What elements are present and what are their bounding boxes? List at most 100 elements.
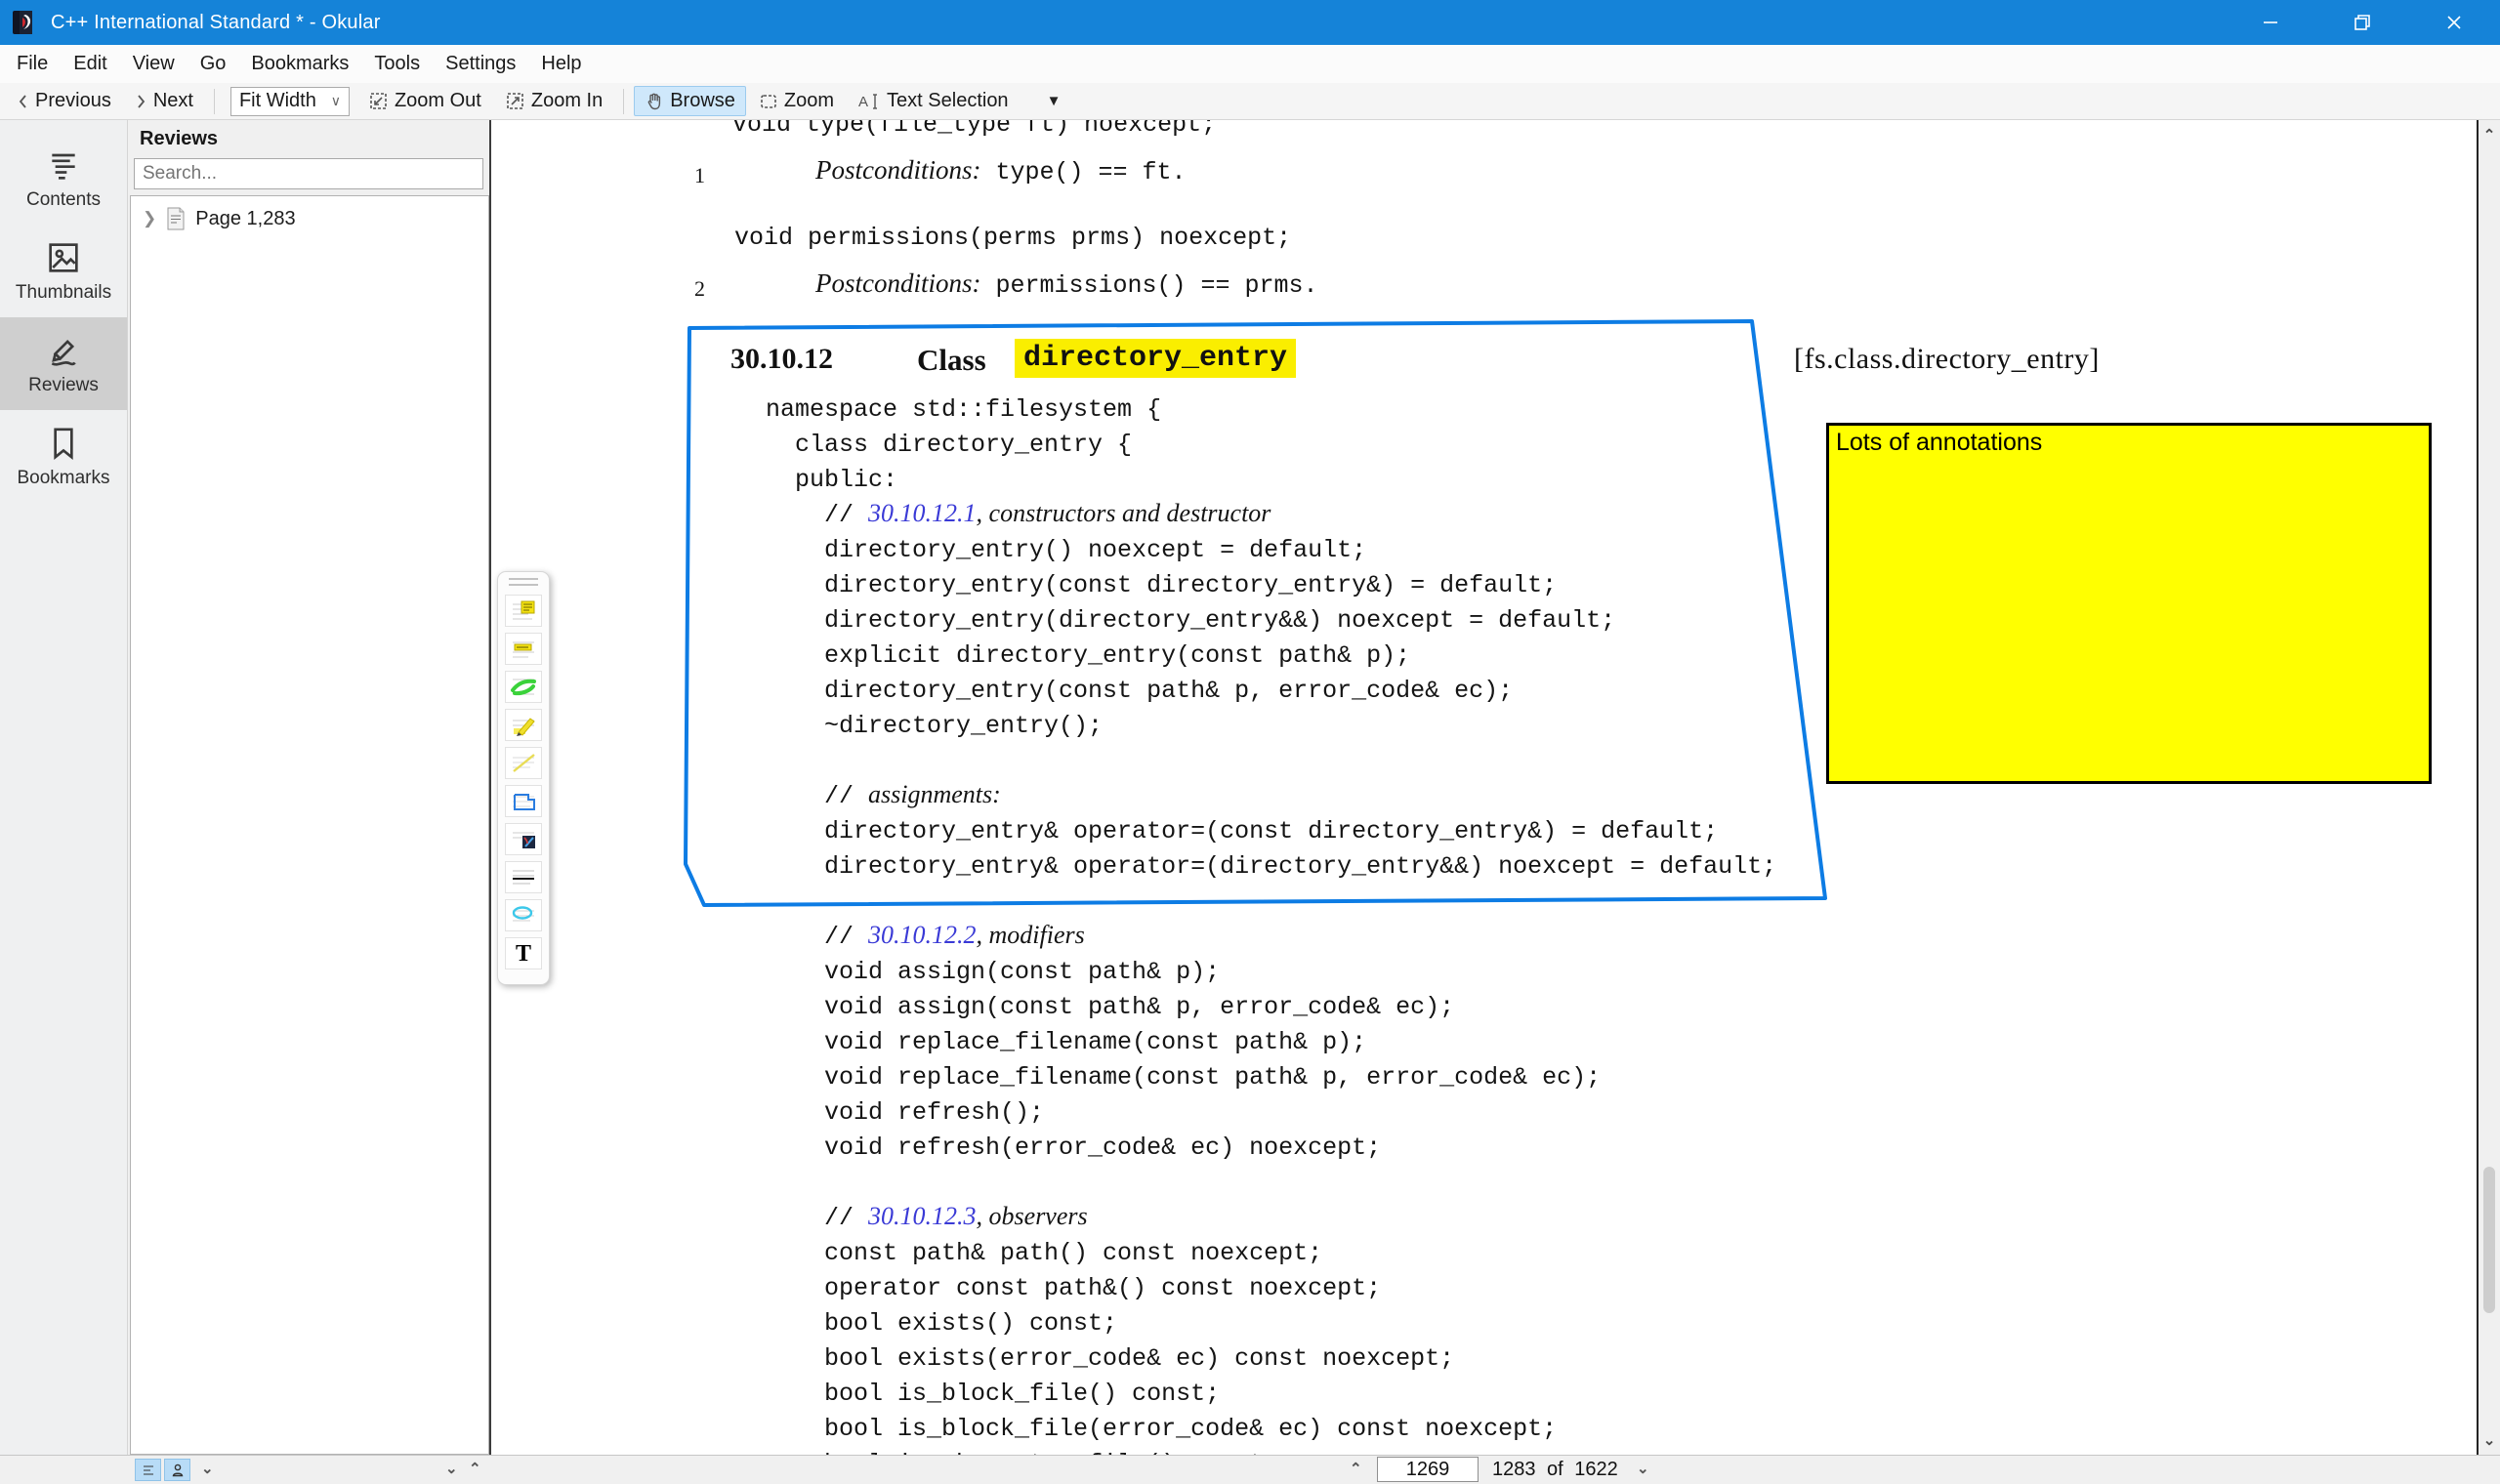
sticky-note-annotation[interactable]: Lots of annotations	[1826, 423, 2432, 784]
doc-code-line-clipped: void type(file_type ft) noexcept;	[732, 120, 1216, 139]
code-line: directory_entry() noexcept = default;	[766, 531, 1776, 566]
toolbar-separator	[623, 89, 624, 114]
sort-by-author-toggle[interactable]	[164, 1459, 190, 1481]
menu-item[interactable]: Settings	[433, 45, 528, 83]
code-line: directory_entry(const path& p, error_cod…	[766, 672, 1776, 707]
zoom-in-button[interactable]: Zoom In	[494, 86, 613, 116]
text-selection-label: Text Selection	[887, 90, 1009, 112]
code-line: directory_entry& operator=(const directo…	[766, 812, 1776, 847]
code-line: directory_entry(directory_entry&&) noexc…	[766, 601, 1776, 637]
sidebar-item-reviews[interactable]: Reviews	[0, 317, 127, 410]
cyan-ellipse-icon	[509, 903, 538, 928]
tool-yellow-highlighter-button[interactable]	[505, 709, 542, 741]
scrollbar-thumb[interactable]	[2483, 1167, 2495, 1313]
zoom-out-icon	[368, 91, 389, 111]
postconditions-label: Postconditions:	[815, 155, 981, 185]
menu-bar: FileEditViewGoBookmarksToolsSettingsHelp	[0, 45, 2500, 83]
reviews-search-box	[134, 158, 483, 189]
tool-cyan-ellipse-button[interactable]	[505, 899, 542, 931]
menu-item[interactable]: Edit	[61, 45, 119, 83]
tool-inline-note-button[interactable]	[505, 633, 542, 665]
tool-typewriter-button[interactable]: T	[505, 937, 542, 969]
toolbar-drag-handle[interactable]	[509, 578, 538, 586]
sidebar-item-contents[interactable]: Contents	[0, 132, 127, 225]
popup-note-icon	[509, 598, 538, 623]
expand-all-icon[interactable]: ⌃	[469, 1460, 481, 1477]
menu-item[interactable]: Help	[528, 45, 594, 83]
next-button[interactable]: Next	[124, 86, 204, 116]
sidebar-item-thumbnails[interactable]: Thumbnails	[0, 225, 127, 317]
doc-postconditions-line: Postconditions: type() == ft.	[815, 155, 1187, 186]
green-freehand-icon	[509, 675, 538, 699]
inline-note-icon	[509, 637, 538, 661]
chevron-right-icon	[135, 93, 147, 110]
menu-item[interactable]: View	[120, 45, 188, 83]
code-listing: namespace std::filesystem { class direct…	[766, 391, 1776, 1455]
code-line: void refresh(error_code& ec) noexcept;	[766, 1129, 1776, 1164]
hand-browse-icon	[645, 92, 664, 111]
tool-popup-note-button[interactable]	[505, 595, 542, 627]
tool-blue-polygon-button[interactable]	[505, 785, 542, 817]
code-line: public:	[766, 461, 1776, 496]
tool-green-freehand-button[interactable]	[505, 671, 542, 703]
postconditions-code: permissions() == prms.	[981, 271, 1318, 300]
code-line	[766, 1164, 1776, 1199]
expander-chevron-icon[interactable]: ❯	[143, 209, 156, 228]
contents-icon	[44, 145, 83, 185]
zoom-mode-combobox[interactable]: Fit Width ∨	[230, 87, 350, 116]
tool-stamp-button[interactable]	[505, 823, 542, 855]
sidebar-item-bookmarks[interactable]: Bookmarks	[0, 410, 127, 503]
minimize-icon	[2260, 12, 2281, 33]
browse-tool-button[interactable]: Browse	[634, 86, 746, 116]
collapse-all-icon[interactable]: ⌄	[445, 1460, 458, 1477]
code-line: const path& path() const noexcept;	[766, 1234, 1776, 1269]
close-button[interactable]	[2408, 0, 2500, 45]
code-line: operator const path&() const noexcept;	[766, 1269, 1776, 1304]
code-line: bool exists() const;	[766, 1304, 1776, 1340]
okular-app-icon	[10, 8, 39, 37]
code-line: void replace_filename(const path& p, err…	[766, 1058, 1776, 1093]
yellow-highlighter-icon	[509, 713, 538, 737]
svg-text:A: A	[858, 94, 868, 110]
code-line: // 30.10.12.2, modifiers	[766, 918, 1776, 953]
page-up-icon[interactable]: ⌃	[1350, 1460, 1362, 1477]
highlighted-class-name[interactable]: directory_entry	[1015, 339, 1296, 378]
text-selection-tool-button[interactable]: A Text Selection	[847, 86, 1020, 116]
menu-item[interactable]: File	[4, 45, 61, 83]
list-icon	[141, 1463, 156, 1478]
annotation-toolbar[interactable]: T	[497, 571, 550, 985]
sort-by-page-toggle[interactable]	[135, 1459, 161, 1481]
sidebar-item-label: Thumbnails	[16, 282, 111, 304]
page-number-input[interactable]	[1377, 1457, 1479, 1482]
restore-button[interactable]	[2316, 0, 2408, 45]
scroll-up-icon[interactable]: ⌃	[2479, 126, 2500, 144]
sidebar-item-label: Bookmarks	[17, 468, 109, 489]
minimize-button[interactable]	[2225, 0, 2316, 45]
tool-dropdown-arrow[interactable]: ▼	[1047, 93, 1062, 109]
menu-item[interactable]: Go	[188, 45, 239, 83]
code-line: void refresh();	[766, 1093, 1776, 1129]
annotation-page-icon	[164, 206, 188, 231]
filter-dropdown-icon[interactable]: ⌄	[201, 1460, 214, 1477]
browse-label: Browse	[670, 90, 735, 112]
code-line: void assign(const path& p);	[766, 953, 1776, 988]
menu-item[interactable]: Tools	[361, 45, 433, 83]
code-line: // 30.10.12.3, observers	[766, 1199, 1776, 1234]
chevron-left-icon	[17, 93, 29, 110]
zoom-out-button[interactable]: Zoom Out	[357, 86, 492, 116]
paragraph-number: 1	[694, 163, 705, 188]
code-line: class directory_entry {	[766, 426, 1776, 461]
tool-straight-yellow-line-button[interactable]	[505, 747, 542, 779]
previous-button[interactable]: Previous	[6, 86, 122, 116]
reviews-panel: Reviews ❯ Page 1,283	[128, 120, 489, 1455]
zoom-tool-button[interactable]: Zoom	[748, 86, 845, 116]
person-icon	[170, 1463, 186, 1478]
menu-item[interactable]: Bookmarks	[238, 45, 361, 83]
document-scrollbar[interactable]: ⌃ ⌄	[2477, 120, 2500, 1455]
okular-window: C++ International Standard * - Okular Fi…	[0, 0, 2500, 1484]
scroll-down-icon[interactable]: ⌄	[2479, 1431, 2500, 1449]
reviews-search-input[interactable]	[135, 159, 482, 188]
reviews-tree-item[interactable]: ❯ Page 1,283	[131, 196, 488, 237]
tool-black-underline-button[interactable]	[505, 861, 542, 893]
page-down-icon[interactable]: ⌄	[1637, 1460, 1649, 1477]
